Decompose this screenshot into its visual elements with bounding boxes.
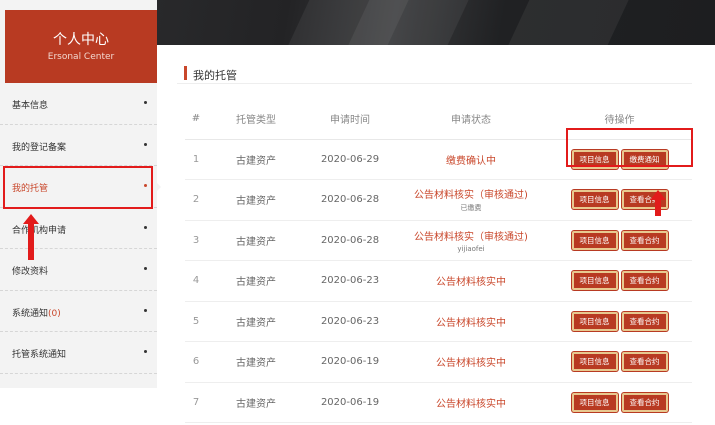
custody-type: 古建资产 [207,220,305,261]
sidebar-item-label: 系统通知 [12,308,49,319]
sidebar-item-basic-info[interactable]: 基本信息 [0,83,157,125]
page-title: 我的托管 [193,69,237,82]
column-header: 托管类型 [207,98,305,140]
row-actions: 项目信息 查看合约 [547,260,692,302]
highlight-box-my-custody [3,166,153,209]
view-contract-button[interactable]: 查看合约 [621,311,668,331]
red-arrow-up-icon [23,214,39,260]
page: 个人中心 Ersonal Center 基本信息 我的登记备案 我的托管 合作机… [0,0,715,425]
project-info-button[interactable]: 项目信息 [571,230,618,250]
notice-count: (0) [48,308,61,319]
status-text: 公告材料核实中 [436,358,506,370]
sidebar-item-registration[interactable]: 我的登记备案 [0,125,157,166]
apply-date: 2020-06-28 [305,220,395,261]
column-header: 申请时间 [305,98,395,140]
view-contract-button[interactable]: 查看合约 [621,271,668,291]
project-info-button[interactable]: 项目信息 [571,352,618,372]
custody-type: 古建资产 [207,260,305,302]
status-text: 公告材料核实中 [436,398,506,410]
row-actions: 项目信息 查看合约 [547,220,692,261]
red-arrow-up-icon [650,190,666,216]
row-index: 2 [185,179,207,221]
sidebar-item-custody-notice[interactable]: 托管系统通知 [0,332,157,374]
custody-type: 古建资产 [207,382,305,423]
custody-type: 古建资产 [207,301,305,342]
bullet-icon [144,267,147,270]
sidebar-title: 个人中心 [53,32,109,48]
apply-date: 2020-06-23 [305,260,395,302]
view-contract-button[interactable]: 查看合约 [621,392,668,412]
main-content: 我的托管 # 托管类型 申请时间 申请状态 待操作 1 古建资产 2020-06… [177,54,692,423]
project-info-button[interactable]: 项目信息 [571,311,618,331]
apply-status: 公告材料核实（审核通过) 已缴费 [395,179,547,221]
status-text: 公告材料核实（审核通过) [414,190,528,202]
row-index: 1 [185,139,207,180]
apply-date: 2020-06-19 [305,341,395,383]
apply-status: 公告材料核实（审核通过) yijiaofei [395,220,547,261]
row-actions: 项目信息 查看合约 [547,301,692,342]
apply-date: 2020-06-28 [305,179,395,221]
status-text: 公告材料核实（审核通过) [414,231,528,243]
table-row: 6 古建资产 2020-06-19 公告材料核实中 项目信息 查看合约 [185,341,692,383]
custody-type: 古建资产 [207,139,305,180]
apply-status: 公告材料核实中 [395,382,547,423]
sidebar-item-system-notice[interactable]: 系统通知(0) [0,291,157,332]
sidebar-item-label: 基本信息 [12,101,49,111]
status-text: 公告材料核实中 [436,277,506,289]
status-text: 缴费确认中 [446,155,496,167]
project-info-button[interactable]: 项目信息 [571,392,618,412]
bullet-icon [144,101,147,104]
sidebar-subtitle: Ersonal Center [47,52,115,62]
apply-status: 公告材料核实中 [395,341,547,383]
highlight-box-row1-actions [566,128,693,167]
bullet-icon [144,308,147,312]
project-info-button[interactable]: 项目信息 [571,190,618,210]
table-row: 7 古建资产 2020-06-19 公告材料核实中 项目信息 查看合约 [185,382,692,423]
apply-status: 公告材料核实中 [395,260,547,302]
bullet-icon [144,142,147,146]
row-index: 3 [185,220,207,261]
sidebar-item-label: 托管系统通知 [12,350,67,360]
sidebar-item-label: 修改资料 [12,267,49,277]
custody-type: 古建资产 [207,341,305,383]
section-accent-bar [184,66,187,80]
table-row: 4 古建资产 2020-06-23 公告材料核实中 项目信息 查看合约 [185,260,692,302]
column-header: 申请状态 [395,98,547,140]
row-actions: 项目信息 查看合约 [547,179,692,221]
section-header: 我的托管 [177,62,692,84]
apply-date: 2020-06-29 [305,139,395,180]
view-contract-button[interactable]: 查看合约 [621,352,668,372]
status-text: 公告材料核实中 [436,317,506,329]
view-contract-button[interactable]: 查看合约 [621,230,668,250]
row-index: 4 [185,260,207,302]
table-row: 3 古建资产 2020-06-28 公告材料核实（审核通过) yijiaofei … [185,220,692,261]
sidebar-header: 个人中心 Ersonal Center [5,10,157,83]
active-caret-icon [155,181,161,193]
status-note: 已缴费 [460,204,482,213]
table-row: 2 古建资产 2020-06-28 公告材料核实（审核通过) 已缴费 项目信息 查看… [185,179,692,221]
row-actions: 项目信息 查看合约 [547,341,692,383]
apply-date: 2020-06-19 [305,382,395,423]
column-header: # [185,98,207,140]
bullet-icon [144,350,147,353]
apply-status: 公告材料核实中 [395,301,547,342]
apply-status: 缴费确认中 [395,139,547,180]
bullet-icon [144,225,147,229]
table-row: 5 古建资产 2020-06-23 公告材料核实中 项目信息 查看合约 [185,301,692,342]
row-index: 5 [185,301,207,342]
status-note: yijiaofei [457,244,485,253]
row-index: 6 [185,341,207,383]
row-actions: 项目信息 查看合约 [547,382,692,423]
project-info-button[interactable]: 项目信息 [571,271,618,291]
sidebar-item-label: 我的登记备案 [12,142,67,153]
apply-date: 2020-06-23 [305,301,395,342]
row-index: 7 [185,382,207,423]
custody-type: 古建资产 [207,179,305,221]
sidebar-item-label: 合作机构申请 [12,225,67,236]
